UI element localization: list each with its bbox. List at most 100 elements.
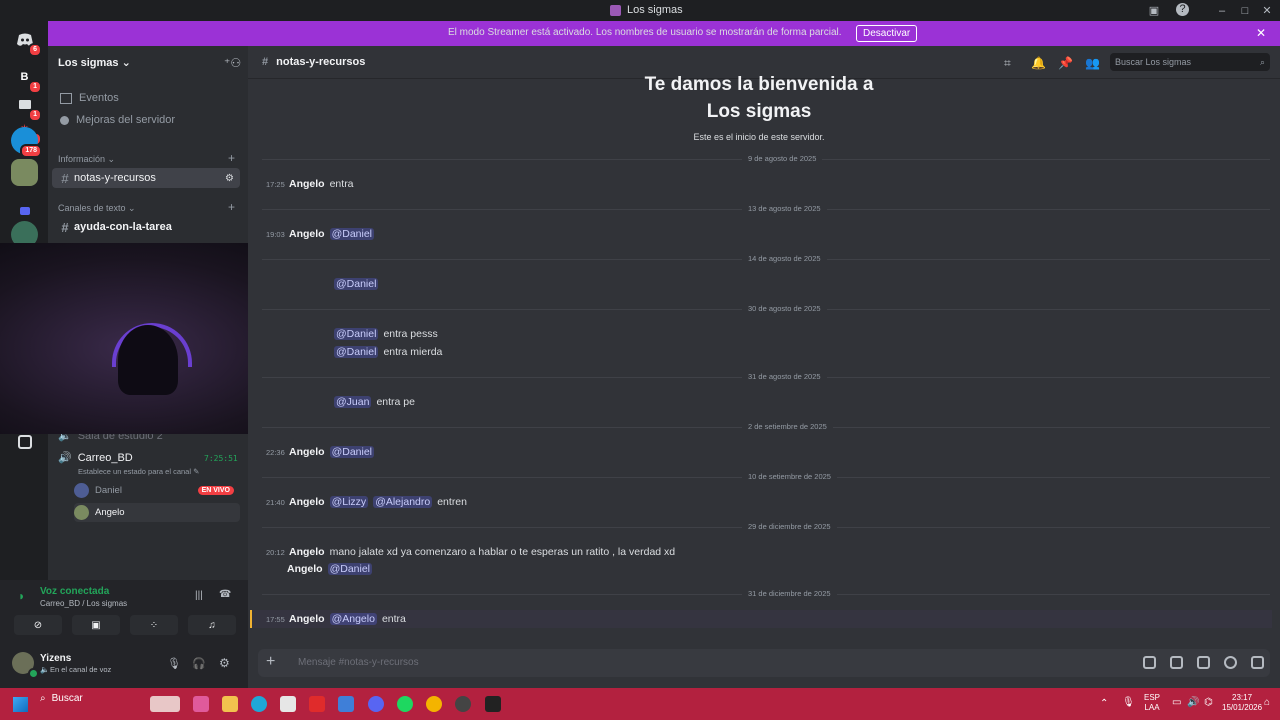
close-icon[interactable]: ✕	[1256, 26, 1266, 40]
headphones-icon[interactable]: 🎧	[192, 657, 206, 670]
voice-channel-carreo[interactable]: 🔊 Carreo_BD	[58, 451, 133, 465]
message-composer[interactable]: + Mensaje #notas-y-recursos	[258, 649, 1270, 677]
sticker-icon[interactable]	[1197, 656, 1210, 669]
user-mention[interactable]: @Daniel	[334, 328, 379, 340]
events-item[interactable]: Eventos	[60, 92, 119, 104]
help-icon[interactable]: ?	[1176, 3, 1189, 16]
emoji-icon[interactable]	[1224, 656, 1237, 669]
user-mention[interactable]: @Lizzy	[329, 496, 369, 508]
message[interactable]: 21:40 Angelo @Lizzy @Alejandro entren	[266, 496, 467, 508]
widget-icon[interactable]	[150, 696, 180, 712]
discord-home-icon[interactable]: 6	[11, 26, 42, 57]
activities-button[interactable]: ⁘	[130, 615, 178, 635]
server-name[interactable]: Los sigmas ⌄	[58, 56, 131, 69]
user-mention[interactable]: @Daniel	[329, 228, 375, 240]
display-icon[interactable]: ▭	[1172, 697, 1181, 708]
invite-icon[interactable]: ⁺⚇	[224, 56, 241, 70]
server-icon-b[interactable]: B1	[11, 63, 42, 94]
message[interactable]: 22:36 Angelo @Daniel	[266, 446, 375, 458]
deactivate-button[interactable]: Desactivar	[856, 25, 918, 42]
boosts-item[interactable]: Mejoras del servidor	[60, 114, 175, 126]
clock[interactable]: 23:17 15/01/2026	[1222, 693, 1262, 713]
channel-ayuda-con-la-tarea[interactable]: # ayuda-con-la-tarea	[52, 217, 240, 237]
username[interactable]: Yizens	[40, 653, 71, 664]
message-author[interactable]: Angelo	[289, 496, 325, 508]
notification-icon[interactable]: ⌂	[1264, 697, 1270, 708]
message-author[interactable]: Angelo	[289, 613, 325, 625]
app-icon[interactable]	[338, 696, 354, 712]
threads-icon[interactable]: ⌗	[1004, 56, 1018, 70]
bell-icon[interactable]: 🔔	[1031, 56, 1046, 70]
voice-location[interactable]: Carreo_BD / Los sigmas	[40, 599, 127, 608]
category-text[interactable]: Canales de texto ⌄	[58, 203, 136, 214]
settings-icon[interactable]: ⚙	[219, 656, 230, 670]
noise-suppression-icon[interactable]: |||	[195, 590, 203, 601]
server-icon[interactable]: 1	[11, 91, 42, 122]
message-author[interactable]: Angelo	[289, 446, 325, 458]
message[interactable]: 17:55 Angelo @Angelo entra	[266, 613, 406, 625]
message-author[interactable]: Angelo	[287, 563, 323, 575]
close-window-icon[interactable]: ✕	[1259, 3, 1275, 19]
folder-icon[interactable]	[11, 197, 38, 224]
category-info[interactable]: Información ⌄	[58, 154, 115, 165]
windows-start-icon[interactable]	[13, 697, 28, 712]
copilot-icon[interactable]	[193, 696, 209, 712]
network-icon[interactable]: ⌬	[1204, 697, 1213, 708]
message[interactable]: @Daniel entra mierda	[334, 346, 442, 358]
gift-icon[interactable]	[1143, 656, 1156, 669]
message[interactable]: @Daniel	[334, 278, 379, 290]
gif-icon[interactable]	[1170, 656, 1183, 669]
video-off-button[interactable]: ⊘	[14, 615, 62, 635]
spotify-icon[interactable]	[397, 696, 413, 712]
maximize-icon[interactable]: □	[1237, 3, 1253, 19]
edge-icon[interactable]	[251, 696, 267, 712]
members-icon[interactable]: 👥	[1085, 56, 1100, 70]
server-icon[interactable]: 178	[11, 127, 42, 158]
server-icon[interactable]	[11, 159, 38, 186]
add-channel-icon[interactable]: +	[228, 200, 235, 214]
message-author[interactable]: Angelo	[289, 546, 325, 558]
channel-notas-y-recursos[interactable]: # notas-y-recursos ⚙	[52, 168, 240, 188]
user-mention[interactable]: @Daniel	[334, 346, 379, 358]
add-channel-icon[interactable]: +	[228, 151, 235, 165]
user-mention[interactable]: @Daniel	[334, 278, 379, 290]
obs-icon[interactable]	[455, 696, 471, 712]
discord-taskbar-icon[interactable]	[368, 696, 384, 712]
chrome-icon[interactable]	[426, 696, 442, 712]
minimize-icon[interactable]: –	[1214, 3, 1230, 19]
chevron-up-icon[interactable]: ⌃	[1100, 698, 1108, 709]
inbox-icon[interactable]: ▣	[1146, 3, 1162, 19]
message-author[interactable]: Angelo	[289, 228, 325, 240]
pin-icon[interactable]: 📌	[1058, 56, 1073, 70]
volume-icon[interactable]: 🔊	[1187, 697, 1199, 708]
file-explorer-icon[interactable]	[222, 696, 238, 712]
voice-user[interactable]: Angelo	[74, 503, 240, 522]
app-l-icon[interactable]	[309, 696, 325, 712]
user-mention[interactable]: @Daniel	[327, 563, 373, 575]
store-icon[interactable]	[280, 696, 296, 712]
message[interactable]: @Juan entra pe	[334, 396, 415, 408]
message[interactable]: @Daniel entra pesss	[334, 328, 438, 340]
settings-icon[interactable]: ⚙	[225, 173, 234, 184]
user-mention[interactable]: @Daniel	[329, 446, 375, 458]
voice-connected-label[interactable]: Voz conectada	[40, 586, 109, 597]
app-icon[interactable]	[485, 696, 501, 712]
microphone-icon[interactable]: 🎙	[167, 657, 181, 670]
message[interactable]: Angelo @Daniel	[287, 563, 373, 575]
search-input[interactable]: Buscar Los sigmas ⌕	[1110, 53, 1270, 71]
soundboard-button[interactable]: ♫	[188, 615, 236, 635]
language-indicator[interactable]: ESP LAA	[1144, 693, 1160, 713]
disconnect-icon[interactable]: ☎	[219, 589, 231, 600]
taskbar-search[interactable]: ⌕ Buscar	[40, 693, 83, 704]
user-mention[interactable]: @Angelo	[329, 613, 377, 625]
add-attachment-icon[interactable]: +	[266, 653, 275, 671]
message[interactable]: 17:25 Angelo entra	[266, 178, 354, 190]
voice-status[interactable]: Establece un estado para el canal ✎	[78, 467, 199, 476]
message-author[interactable]: Angelo	[289, 178, 325, 190]
user-mention[interactable]: @Alejandro	[373, 496, 433, 508]
message[interactable]: 19:03 Angelo @Daniel	[266, 228, 375, 240]
message[interactable]: 20:12 Angelo mano jalate xd ya comenzaro a…	[266, 546, 675, 558]
share-screen-button[interactable]: ▣	[72, 615, 120, 635]
voice-user[interactable]: Daniel EN VIVO	[74, 481, 240, 500]
apps-icon[interactable]	[1251, 656, 1264, 669]
